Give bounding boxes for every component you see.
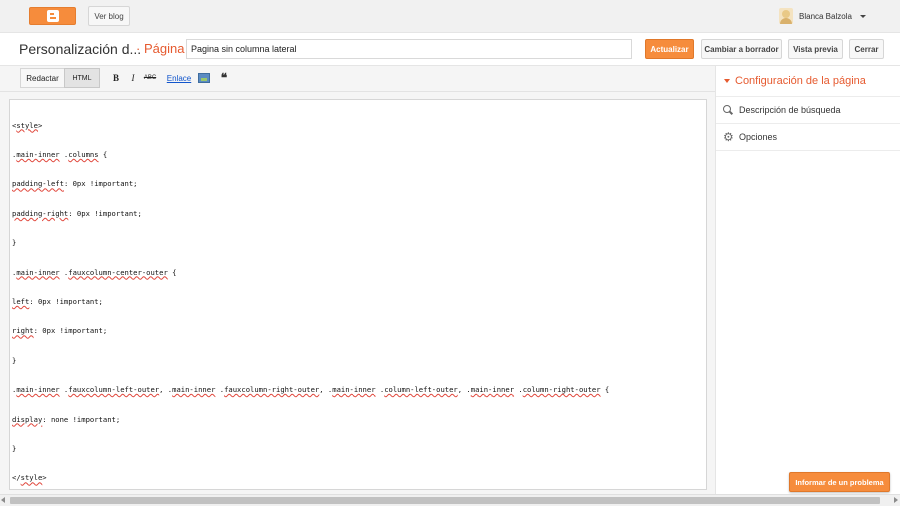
quote-button[interactable]: ❝ [219, 71, 229, 85]
switch-to-draft-button[interactable]: Cambiar a borrador [701, 39, 782, 59]
search-icon [723, 105, 733, 115]
link-button[interactable]: Enlace [166, 71, 192, 85]
triangle-down-icon [724, 79, 730, 83]
view-blog-button[interactable]: Ver blog [88, 6, 130, 26]
strikethrough-button[interactable]: ABC [143, 71, 157, 85]
image-icon [197, 73, 210, 83]
avatar [779, 8, 793, 24]
user-name: Blanca Balzola [799, 11, 852, 21]
scrollbar-thumb[interactable] [10, 497, 880, 504]
code-line: right: 0px !important; [12, 326, 108, 336]
code-line: display: none !important; [12, 414, 121, 424]
editor-toolbar: Redactar HTML B I ABC Enlace ❝ [0, 66, 715, 92]
html-editor[interactable]: <style> .main-inner .columns { padding-l… [9, 99, 707, 490]
tab-compose[interactable]: Redactar [20, 68, 65, 88]
title-row: Personalización d... · Página Actualizar… [0, 33, 900, 66]
insert-image-button[interactable] [197, 71, 210, 85]
close-button[interactable]: Cerrar [849, 39, 884, 59]
page-title-input[interactable] [186, 39, 632, 59]
scroll-left-icon[interactable] [1, 497, 5, 503]
report-problem-button[interactable]: Informar de un problema [789, 472, 890, 492]
user-menu[interactable]: Blanca Balzola [779, 7, 866, 25]
sidebar-item-options[interactable]: ⚙ Opciones [716, 124, 900, 151]
section-label: · Página [136, 41, 185, 56]
code-line: } [12, 355, 17, 365]
tab-html[interactable]: HTML [64, 68, 100, 88]
scroll-right-icon[interactable] [894, 497, 898, 503]
bold-button[interactable]: B [111, 71, 121, 85]
panel-heading-label: Configuración de la página [735, 75, 866, 87]
page-settings-panel: Configuración de la página Descripción d… [715, 66, 900, 494]
code-line: <style> [12, 120, 43, 130]
editor-area: <style> .main-inner .columns { padding-l… [0, 92, 715, 494]
code-line: .main-inner .fauxcolumn-center-outer { [12, 267, 177, 277]
sidebar-item-search-description[interactable]: Descripción de búsqueda [716, 97, 900, 124]
code-line: .main-inner .fauxcolumn-left-outer, .mai… [12, 385, 610, 395]
gear-icon: ⚙ [723, 130, 734, 144]
italic-button[interactable]: I [128, 71, 138, 85]
horizontal-scrollbar[interactable] [0, 494, 900, 506]
update-button[interactable]: Actualizar [645, 39, 694, 59]
top-bar: Ver blog Blanca Balzola [0, 0, 900, 33]
blogger-logo-button[interactable] [29, 7, 76, 25]
code-line: left: 0px !important; [12, 296, 103, 306]
code-line: } [12, 238, 17, 248]
panel-heading[interactable]: Configuración de la página [716, 66, 900, 97]
sidebar-item-label: Opciones [739, 132, 778, 142]
code-line: .main-inner .columns { [12, 149, 108, 159]
code-line: } [12, 443, 17, 453]
code-line: padding-right: 0px !important; [12, 208, 142, 218]
preview-button[interactable]: Vista previa [788, 39, 843, 59]
blogger-logo-icon [46, 10, 59, 22]
sidebar-item-label: Descripción de búsqueda [739, 105, 841, 115]
page-title: Personalización d... [19, 41, 142, 57]
code-line: padding-left: 0px !important; [12, 179, 138, 189]
caret-down-icon [859, 14, 866, 18]
code-line: </style> [12, 473, 47, 483]
